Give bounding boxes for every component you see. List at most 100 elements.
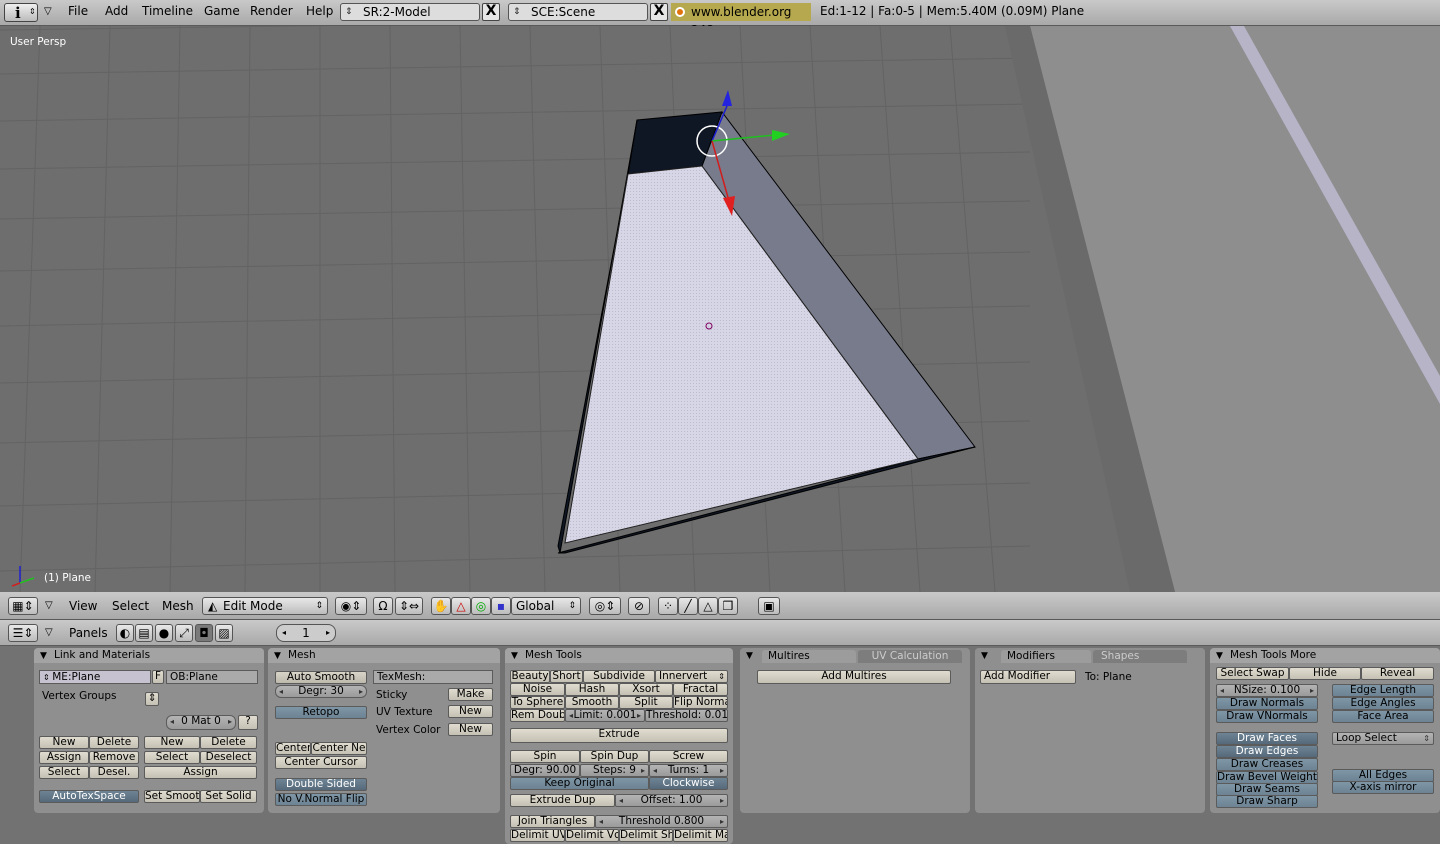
menu-timeline[interactable]: Timeline — [142, 4, 193, 18]
panel-title[interactable]: ▼ Mesh Tools More — [1210, 648, 1440, 663]
flip-normal-button[interactable]: Flip Normal — [673, 696, 728, 709]
retopo-toggle[interactable]: Retopo — [275, 706, 367, 719]
delimit-uv-toggle[interactable]: Delimit UV — [510, 829, 565, 842]
mesh-name-field[interactable]: ⇕ ME:Plane — [39, 670, 151, 684]
material-assign-button[interactable]: Assign — [144, 766, 257, 779]
extrude-button[interactable]: Extrude — [510, 728, 728, 743]
steps-field[interactable]: Steps: 9 ▸ — [580, 764, 649, 777]
spin-degree-field[interactable]: Degr: 90.00 — [510, 764, 580, 777]
collapse-triangle-icon[interactable]: ▼ — [511, 649, 518, 664]
hand-manipulator-icon[interactable]: ✋ — [431, 597, 451, 615]
menu-game[interactable]: Game — [204, 4, 240, 18]
innervert-menu[interactable]: Innervert ⇕ — [655, 670, 728, 683]
limit-field[interactable]: ◂ Limit: 0.001 ▸ — [565, 709, 645, 722]
header-collapse-icon[interactable]: ▽ — [45, 627, 53, 638]
draw-sharp-toggle[interactable]: Draw Sharp — [1216, 795, 1318, 808]
object-name-field[interactable]: OB:Plane — [166, 670, 258, 684]
material-new-button[interactable]: New — [144, 736, 200, 749]
select-swap-button[interactable]: Select Swap — [1216, 667, 1289, 680]
double-sided-toggle[interactable]: Double Sided — [275, 778, 367, 791]
menu-render[interactable]: Render — [250, 4, 293, 18]
join-triangles-button[interactable]: Join Triangles — [510, 815, 595, 828]
x-axis-mirror-toggle[interactable]: X-axis mirror — [1332, 781, 1434, 794]
subdivide-button[interactable]: Subdivide — [583, 670, 655, 683]
tab-shapes[interactable]: Shapes — [1093, 650, 1187, 663]
draw-normals-toggle[interactable]: Draw Normals — [1216, 697, 1318, 710]
info-icon[interactable]: i ⇕ — [4, 3, 38, 22]
panel-title[interactable]: ▼ Mesh — [268, 648, 500, 663]
menu-mesh[interactable]: Mesh — [162, 599, 194, 613]
rotate-icon[interactable]: ◎ — [471, 597, 491, 615]
collapse-triangle-icon[interactable]: ▼ — [40, 649, 47, 664]
hash-button[interactable]: Hash — [565, 683, 619, 696]
uv-texture-new-button[interactable]: New — [448, 705, 493, 718]
panel-title[interactable]: ▼ Mesh Tools — [505, 648, 733, 663]
menu-file[interactable]: File — [68, 4, 88, 18]
beauty-toggle[interactable]: Beauty — [510, 670, 550, 683]
no-vnormal-flip-toggle[interactable]: No V.Normal Flip — [275, 793, 367, 806]
remove-doubles-button[interactable]: Rem Doubl — [510, 709, 565, 722]
vertex-select-icon[interactable]: ⁘ — [658, 597, 678, 615]
vgroup-delete-button[interactable]: Delete — [89, 736, 139, 749]
vgroup-assign-button[interactable]: Assign — [39, 751, 89, 764]
menu-select[interactable]: Select — [112, 599, 149, 613]
material-index-field[interactable]: ◂ 0 Mat 0 ▸ — [166, 715, 236, 730]
material-deselect-button[interactable]: Deselect — [200, 751, 257, 764]
editor-type-grid-icon[interactable]: ▦⇕ — [8, 597, 38, 615]
panel-title[interactable]: ▼ Link and Materials — [34, 648, 264, 663]
increment-icon[interactable]: ▸ — [326, 625, 330, 641]
frame-number-field[interactable]: ◂ 1 ▸ — [276, 624, 336, 642]
scene-delete-button[interactable]: X — [650, 3, 668, 21]
magnet-icon[interactable]: Ω — [373, 597, 393, 615]
logic-context-icon[interactable]: ◐ — [116, 624, 134, 642]
set-solid-button[interactable]: Set Solid — [200, 790, 257, 803]
face-area-toggle[interactable]: Face Area — [1332, 710, 1434, 723]
delimit-vco-toggle[interactable]: Delimit Vco — [565, 829, 619, 842]
translate-icon[interactable]: △ — [451, 597, 471, 615]
edge-length-toggle[interactable]: Edge Length — [1332, 684, 1434, 697]
draw-edges-toggle[interactable]: Draw Edges — [1216, 745, 1318, 758]
collapse-triangle-icon[interactable]: ▼ — [981, 649, 988, 664]
vgroup-remove-button[interactable]: Remove — [89, 751, 139, 764]
draw-type-button[interactable]: ◉⇕ — [335, 597, 367, 615]
object-context-icon[interactable]: ⤢ — [175, 624, 193, 642]
vertex-group-menu[interactable]: ⇕ — [145, 692, 159, 706]
material-help-button[interactable]: ? — [238, 715, 258, 730]
vertex-color-new-button[interactable]: New — [448, 723, 493, 736]
3d-viewport[interactable]: User Persp (1) Plane — [0, 26, 1440, 592]
offset-field[interactable]: ◂ Offset: 1.00 ▸ — [615, 794, 728, 807]
draw-faces-toggle[interactable]: Draw Faces — [1216, 732, 1318, 745]
editor-type-buttons-icon[interactable]: ☰⇕ — [8, 624, 38, 642]
join-threshold-field[interactable]: ◂ Threshold 0.800 ▸ — [595, 815, 728, 828]
header-collapse-icon[interactable]: ▽ — [45, 600, 53, 611]
orientation-selector[interactable]: Global ⇕ — [511, 597, 581, 615]
menu-view[interactable]: View — [69, 599, 97, 613]
autotexspace-toggle[interactable]: AutoTexSpace — [39, 790, 139, 803]
center-new-button[interactable]: Center Ne — [311, 742, 367, 755]
material-select-button[interactable]: Select — [144, 751, 200, 764]
spin-button[interactable]: Spin — [510, 750, 580, 763]
script-context-icon[interactable]: ▤ — [135, 624, 153, 642]
auto-smooth-toggle[interactable]: Auto Smooth — [275, 671, 367, 684]
edge-select-icon[interactable]: ╱ — [678, 597, 698, 615]
set-smooth-button[interactable]: Set Smoot — [144, 790, 200, 803]
menu-add[interactable]: Add — [105, 4, 128, 18]
turns-field[interactable]: ◂ Turns: 1 ▸ — [649, 764, 728, 777]
collapse-triangle-icon[interactable]: ▼ — [1216, 649, 1223, 664]
viewport-canvas[interactable] — [0, 26, 1440, 592]
split-button[interactable]: Split — [619, 696, 673, 709]
panels-menu[interactable]: Panels — [69, 626, 108, 640]
vgroup-new-button[interactable]: New — [39, 736, 89, 749]
tab-multires[interactable]: Multires — [762, 650, 856, 663]
face-select-icon[interactable]: △ — [698, 597, 718, 615]
add-modifier-button[interactable]: Add Modifier — [980, 670, 1076, 684]
delimit-material-toggle[interactable]: Delimit Ma — [673, 829, 728, 842]
to-sphere-button[interactable]: To Sphere — [510, 696, 565, 709]
decrement-icon[interactable]: ◂ — [282, 625, 286, 641]
extrude-dup-button[interactable]: Extrude Dup — [510, 794, 615, 807]
proportional-falloff-icon[interactable]: ⇕⇔ — [395, 597, 423, 615]
tab-modifiers[interactable]: Modifiers — [1001, 650, 1091, 663]
reveal-button[interactable]: Reveal — [1361, 667, 1434, 680]
smooth-button[interactable]: Smooth — [565, 696, 619, 709]
vgroup-select-button[interactable]: Select — [39, 766, 89, 779]
